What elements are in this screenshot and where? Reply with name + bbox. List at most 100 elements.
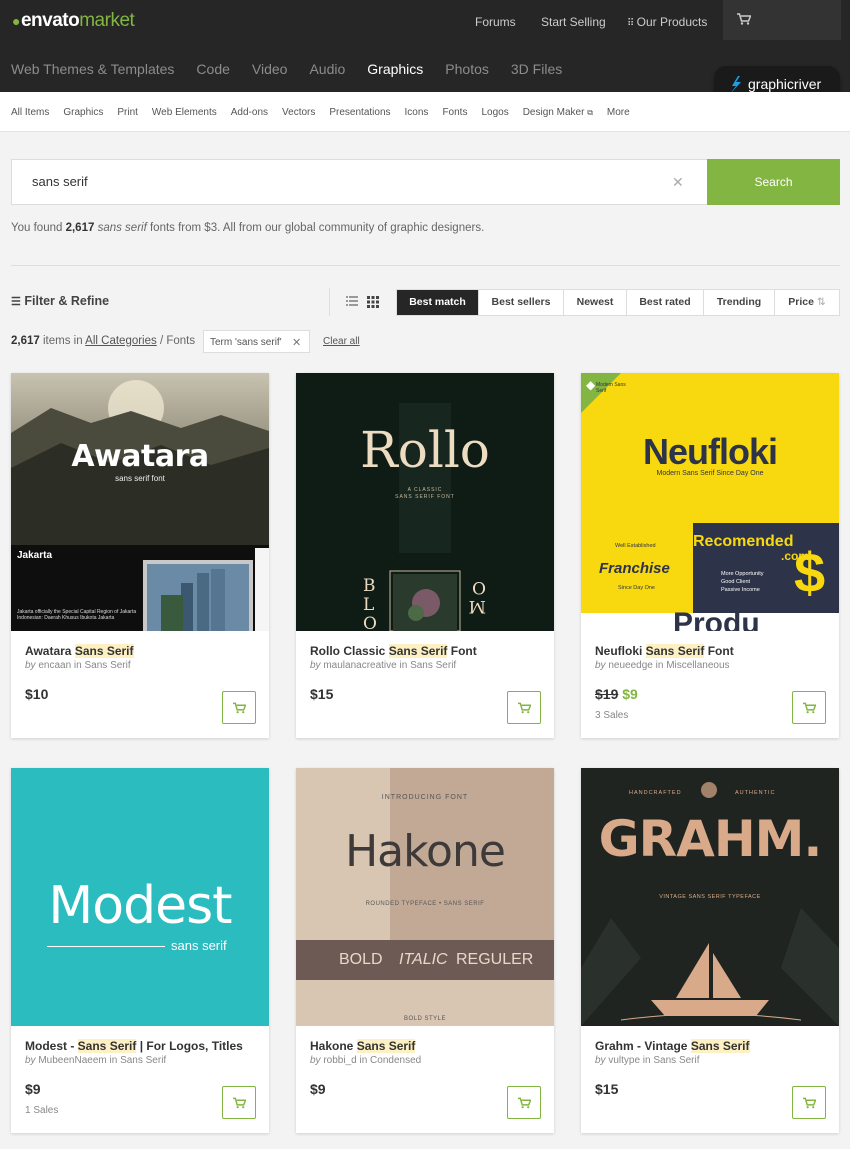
add-to-cart-button[interactable] [222, 691, 256, 724]
product-card[interactable]: Rollo A CLASSIC SANS SERIF FONT BLO MO R… [296, 373, 554, 738]
product-card[interactable]: ◆ Modern Sans Serif Neufloki Modern Sans… [581, 373, 839, 738]
add-to-cart-button[interactable] [792, 691, 826, 724]
product-title[interactable]: Neufloki Sans Serif Font [595, 644, 734, 658]
nav-our-products[interactable]: ⠿ Our Products [627, 15, 707, 29]
category-video[interactable]: Video [252, 61, 288, 77]
art-authentic: AUTHENTIC [735, 790, 776, 796]
product-card[interactable]: Modest sans serif Modest - Sans Serif | … [11, 768, 269, 1133]
search-button[interactable]: Search [707, 159, 840, 205]
product-thumbnail[interactable]: Modest sans serif [11, 768, 269, 1026]
clear-all-link[interactable]: Clear all [323, 336, 360, 347]
art-franchise: Franchise [599, 560, 670, 577]
product-title[interactable]: Modest - Sans Serif | For Logos, Titles [25, 1039, 243, 1053]
category-link[interactable]: Miscellaneous [666, 660, 729, 671]
product-price: $19 $9 [595, 686, 638, 702]
header-cart-button[interactable] [723, 0, 841, 40]
add-to-cart-button[interactable] [792, 1086, 826, 1119]
art-title: Modest [48, 876, 232, 936]
art-established: Well Established [615, 543, 656, 549]
author-link[interactable]: vultype [608, 1055, 640, 1066]
product-thumbnail[interactable]: Rollo A CLASSIC SANS SERIF FONT BLO MO [296, 373, 554, 631]
product-title[interactable]: Hakone Sans Serif [310, 1039, 416, 1053]
product-thumbnail[interactable]: INTRODUCING FONT Hakone ROUNDED TYPEFACE… [296, 768, 554, 1026]
in-label: in [71, 660, 85, 671]
subnav-design-maker[interactable]: Design Maker ⧉ [523, 107, 593, 118]
subcategory-bar: All Items Graphics Print Web Elements Ad… [0, 92, 850, 132]
category-web-themes[interactable]: Web Themes & Templates [11, 61, 174, 77]
art-title: Hakone [345, 826, 506, 877]
product-thumbnail[interactable]: HANDCRAFTED AUTHENTIC GRAHM. VINTAGE SAN… [581, 768, 839, 1026]
sort-trending[interactable]: Trending [704, 290, 775, 315]
subnav-print[interactable]: Print [117, 107, 138, 118]
subnav-fonts[interactable]: Fonts [442, 107, 467, 118]
sort-best-match[interactable]: Best match [397, 290, 479, 315]
filter-refine-button[interactable]: ☰ Filter & Refine [11, 294, 109, 308]
sort-price[interactable]: Price ⇅ [775, 290, 839, 315]
art-client: Good Client [721, 579, 751, 585]
subnav-vectors[interactable]: Vectors [282, 107, 315, 118]
add-to-cart-button[interactable] [507, 691, 541, 724]
title-highlight: Sans Serif [645, 644, 705, 658]
sale-tag-icon: ◆ [586, 378, 596, 392]
toolbar-separator [329, 288, 330, 316]
author-link[interactable]: neueedge [608, 660, 653, 671]
product-price: $15 [310, 686, 334, 702]
remove-term-icon[interactable]: ✕ [292, 336, 301, 349]
breadcrumb-all-categories[interactable]: All Categories [85, 335, 157, 347]
product-title[interactable]: Rollo Classic Sans Serif Font [310, 644, 477, 658]
product-title[interactable]: Grahm - Vintage Sans Serif [595, 1039, 750, 1053]
subnav-all-items[interactable]: All Items [11, 107, 49, 118]
category-link[interactable]: Sans Serif [120, 1055, 166, 1066]
subnav-icons[interactable]: Icons [405, 107, 429, 118]
art-recomended: Recomended [693, 533, 794, 550]
author-link[interactable]: maulanacreative [323, 660, 396, 671]
search-box: ✕ [11, 159, 708, 205]
sort-newest[interactable]: Newest [564, 290, 627, 315]
search-input[interactable] [32, 174, 632, 189]
author-link[interactable]: MubeenNaeem [38, 1055, 106, 1066]
subnav-presentations[interactable]: Presentations [329, 107, 390, 118]
nav-forums[interactable]: Forums [475, 15, 516, 29]
product-card[interactable]: INTRODUCING FONT Hakone ROUNDED TYPEFACE… [296, 768, 554, 1133]
by-label: by [310, 660, 324, 671]
by-label: by [595, 660, 609, 671]
author-link[interactable]: robbi_d [323, 1055, 356, 1066]
nav-start-selling[interactable]: Start Selling [541, 15, 606, 29]
product-card[interactable]: Awatara sans serif font Jakarta Jakarta … [11, 373, 269, 738]
author-link[interactable]: encaan [38, 660, 71, 671]
subnav-graphics[interactable]: Graphics [63, 107, 103, 118]
sort-best-rated[interactable]: Best rated [627, 290, 704, 315]
subnav-add-ons[interactable]: Add-ons [231, 107, 268, 118]
product-thumbnail[interactable]: ◆ Modern Sans Serif Neufloki Modern Sans… [581, 373, 839, 631]
category-audio[interactable]: Audio [309, 61, 345, 77]
category-code[interactable]: Code [196, 61, 229, 77]
divider [11, 265, 840, 266]
in-label: in [652, 660, 667, 671]
sort-best-sellers[interactable]: Best sellers [479, 290, 564, 315]
external-link-icon: ⧉ [587, 108, 593, 117]
subnav-more[interactable]: More [607, 107, 630, 118]
category-3d-files[interactable]: 3D Files [511, 61, 562, 77]
add-to-cart-button[interactable] [222, 1086, 256, 1119]
subnav-web-elements[interactable]: Web Elements [152, 107, 217, 118]
product-thumbnail[interactable]: Awatara sans serif font Jakarta Jakarta … [11, 373, 269, 631]
clear-search-icon[interactable]: ✕ [672, 174, 684, 191]
category-graphics[interactable]: Graphics [367, 61, 423, 77]
subnav-logos[interactable]: Logos [481, 107, 508, 118]
sort-price-label: Price [788, 296, 814, 308]
add-to-cart-button[interactable] [507, 1086, 541, 1119]
category-link[interactable]: Condensed [370, 1055, 421, 1066]
sales-count: 3 Sales [595, 710, 629, 721]
art-italic: ITALIC [399, 951, 448, 968]
category-photos[interactable]: Photos [445, 61, 489, 77]
art-title: Neufloki [642, 431, 778, 472]
category-link[interactable]: Sans Serif [85, 660, 131, 671]
envato-market-logo[interactable]: ●envatomarket [12, 10, 135, 32]
art-title: Awatara [71, 439, 209, 474]
product-card[interactable]: HANDCRAFTED AUTHENTIC GRAHM. VINTAGE SAN… [581, 768, 839, 1133]
grid-view-icon[interactable] [367, 296, 379, 308]
product-title[interactable]: Awatara Sans Serif [25, 644, 134, 658]
category-link[interactable]: Sans Serif [410, 660, 456, 671]
category-link[interactable]: Sans Serif [653, 1055, 699, 1066]
list-view-icon[interactable] [346, 296, 358, 306]
